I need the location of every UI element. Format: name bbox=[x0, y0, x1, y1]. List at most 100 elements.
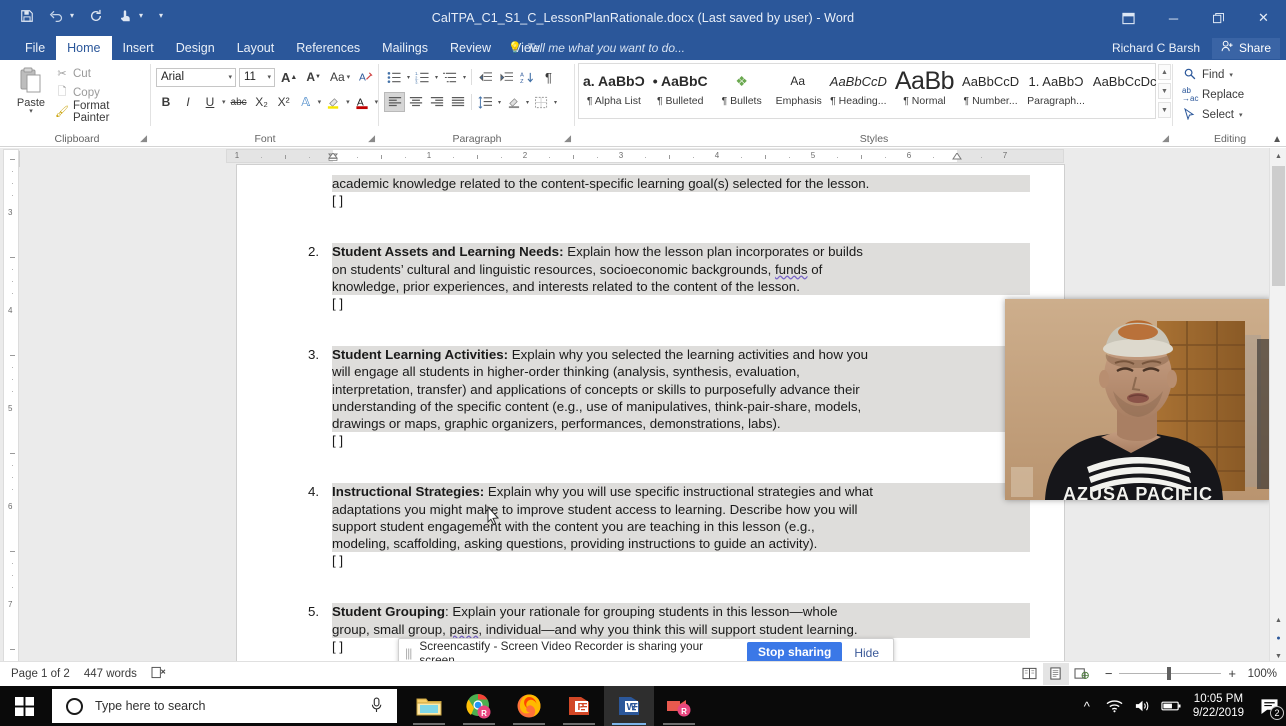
tab-home[interactable]: Home bbox=[56, 36, 112, 60]
webcam-overlay[interactable]: AZUSA PACIFIC bbox=[1005, 299, 1271, 500]
answer-bracket[interactable]: [ ] bbox=[332, 192, 1030, 209]
paste-button[interactable]: Paste ▾ bbox=[10, 64, 52, 115]
cut-button[interactable]: ✂ Cut bbox=[52, 64, 150, 83]
font-name-dropdown-icon[interactable]: ▾ bbox=[228, 73, 232, 81]
taskbar-screencastify-recorder[interactable]: R bbox=[654, 686, 704, 726]
windows-start-icon[interactable] bbox=[0, 686, 48, 726]
tab-insert[interactable]: Insert bbox=[112, 36, 165, 60]
zoom-percentage[interactable]: 100% bbox=[1243, 668, 1277, 680]
font-color-icon[interactable]: A bbox=[352, 92, 373, 112]
collapse-ribbon-icon[interactable]: ▲ bbox=[1272, 134, 1282, 145]
align-left-icon[interactable] bbox=[384, 92, 405, 112]
superscript-button[interactable]: X² bbox=[274, 92, 294, 112]
styles-scroll-down-icon[interactable]: ▼ bbox=[1158, 83, 1171, 99]
decrease-indent-icon[interactable] bbox=[475, 67, 496, 87]
select-button[interactable]: Select ▾ bbox=[1178, 105, 1244, 125]
find-dropdown-icon[interactable]: ▾ bbox=[1229, 71, 1233, 79]
taskbar-file-explorer[interactable] bbox=[404, 686, 454, 726]
font-size-input[interactable]: 11 ▾ bbox=[239, 67, 275, 87]
borders-dropdown-icon[interactable]: ▾ bbox=[552, 99, 559, 106]
style-bulleted[interactable]: • AaBbC ¶ Bulleted bbox=[649, 64, 712, 118]
answer-bracket[interactable]: [ ] bbox=[332, 295, 1030, 312]
change-case-button[interactable]: Aa ▾ bbox=[327, 67, 353, 87]
paragraph-item[interactable]: academic knowledge related to the conten… bbox=[332, 175, 1030, 193]
clipboard-dialog-launcher[interactable]: ◢ bbox=[140, 133, 147, 144]
taskbar-microsoft-powerpoint[interactable]: P bbox=[554, 686, 604, 726]
subscript-button[interactable]: X₂ bbox=[252, 92, 272, 112]
ribbon-display-options-icon[interactable] bbox=[1106, 0, 1151, 36]
multilevel-dropdown-icon[interactable]: ▾ bbox=[461, 74, 468, 81]
replace-button[interactable]: ab →ac Replace bbox=[1178, 85, 1244, 105]
zoom-slider-track[interactable] bbox=[1119, 667, 1222, 680]
text-effects-dropdown-icon[interactable]: ▾ bbox=[318, 98, 322, 106]
chevron-up-icon[interactable]: ^ bbox=[1073, 686, 1101, 726]
line-spacing-dropdown-icon[interactable]: ▾ bbox=[496, 99, 503, 106]
bullets-icon[interactable] bbox=[384, 67, 405, 87]
battery-icon[interactable] bbox=[1157, 686, 1185, 726]
speaker-icon[interactable] bbox=[1129, 686, 1157, 726]
microphone-icon[interactable] bbox=[370, 696, 383, 716]
tab-design[interactable]: Design bbox=[165, 36, 226, 60]
paragraph-item[interactable]: 5. Student Grouping: Explain your ration… bbox=[308, 603, 1030, 638]
shrink-font-button[interactable]: A ▼ bbox=[303, 67, 324, 87]
taskbar-mozilla-firefox[interactable] bbox=[504, 686, 554, 726]
paragraph-item[interactable]: 3. Student Learning Activities: Explain … bbox=[308, 346, 1030, 433]
paragraph-item[interactable]: 2. Student Assets and Learning Needs: Ex… bbox=[308, 243, 1030, 296]
left-indent-marker[interactable] bbox=[327, 150, 339, 164]
horizontal-ruler[interactable]: 1 1 2 3 4 5 6 7 bbox=[226, 149, 1064, 163]
vertical-ruler[interactable]: 3 4 5 6 7 bbox=[3, 149, 19, 668]
bold-button[interactable]: B bbox=[156, 92, 176, 112]
search-input[interactable]: Type here to search bbox=[52, 689, 397, 723]
scroll-up-icon[interactable]: ▲ bbox=[1270, 148, 1286, 165]
drag-handle-icon[interactable]: ||| bbox=[405, 646, 412, 660]
shading-icon[interactable] bbox=[503, 92, 524, 112]
multilevel-list-icon[interactable] bbox=[440, 67, 461, 87]
word-count[interactable]: 447 words bbox=[84, 668, 137, 680]
clear-formatting-icon[interactable]: A bbox=[356, 67, 377, 87]
document-body[interactable]: academic knowledge related to the conten… bbox=[237, 165, 1064, 675]
maximize-restore-button[interactable] bbox=[1196, 0, 1241, 36]
find-button[interactable]: Find ▾ bbox=[1178, 65, 1244, 85]
close-button[interactable]: ✕ bbox=[1241, 0, 1286, 36]
bullets-dropdown-icon[interactable]: ▾ bbox=[405, 74, 412, 81]
style-emphasis[interactable]: Aa Emphasis bbox=[772, 64, 826, 118]
borders-icon[interactable] bbox=[531, 92, 552, 112]
styles-dialog-launcher[interactable]: ◢ bbox=[1162, 133, 1169, 144]
align-right-icon[interactable] bbox=[426, 92, 447, 112]
page-indicator[interactable]: Page 1 of 2 bbox=[11, 668, 70, 680]
zoom-out-button[interactable]: − bbox=[1105, 666, 1113, 681]
answer-bracket[interactable]: [ ] bbox=[332, 432, 1030, 449]
underline-button[interactable]: U bbox=[200, 92, 220, 112]
sort-icon[interactable]: AZ bbox=[517, 67, 538, 87]
web-layout-icon[interactable] bbox=[1069, 663, 1095, 685]
scrollbar-thumb[interactable] bbox=[1272, 166, 1285, 286]
document-page[interactable]: academic knowledge related to the conten… bbox=[237, 165, 1064, 675]
select-dropdown-icon[interactable]: ▾ bbox=[1239, 111, 1243, 119]
action-center-icon[interactable]: 2 bbox=[1252, 686, 1286, 726]
highlight-icon[interactable] bbox=[323, 92, 344, 112]
font-name-input[interactable]: Arial ▾ bbox=[156, 67, 236, 87]
paragraph-dialog-launcher[interactable]: ◢ bbox=[564, 133, 571, 144]
line-spacing-icon[interactable] bbox=[475, 92, 496, 112]
grow-font-button[interactable]: A ▲ bbox=[278, 67, 300, 87]
style-paragraph[interactable]: 1. AaBbƆ Paragraph... bbox=[1023, 64, 1089, 118]
italic-button[interactable]: I bbox=[178, 92, 198, 112]
tab-layout[interactable]: Layout bbox=[226, 36, 286, 60]
tab-file[interactable]: File bbox=[14, 36, 57, 60]
style-extra[interactable]: AaBbCcDc bbox=[1089, 64, 1161, 118]
numbering-icon[interactable]: 1. 2. 3. bbox=[412, 67, 433, 87]
print-layout-icon[interactable] bbox=[1042, 662, 1069, 685]
minimize-button[interactable]: ─ bbox=[1151, 0, 1196, 36]
answer-bracket[interactable]: [ ] bbox=[332, 552, 1030, 569]
right-indent-marker[interactable] bbox=[952, 149, 962, 163]
text-effects-icon[interactable]: 𝔸 bbox=[296, 92, 316, 112]
style-bullets[interactable]: ❖ ¶ Bullets bbox=[712, 64, 772, 118]
font-dialog-launcher[interactable]: ◢ bbox=[368, 133, 375, 144]
justify-icon[interactable] bbox=[447, 92, 468, 112]
highlight-dropdown-icon[interactable]: ▾ bbox=[346, 98, 350, 106]
cortana-circle-icon[interactable] bbox=[66, 697, 83, 715]
proofing-errors-icon[interactable] bbox=[151, 666, 166, 682]
style-alpha-list[interactable]: a. AaBbƆ ¶ Alpha List bbox=[579, 64, 649, 118]
taskbar-google-chrome[interactable]: R bbox=[454, 686, 504, 726]
styles-more-icon[interactable]: ▼ bbox=[1158, 102, 1171, 118]
